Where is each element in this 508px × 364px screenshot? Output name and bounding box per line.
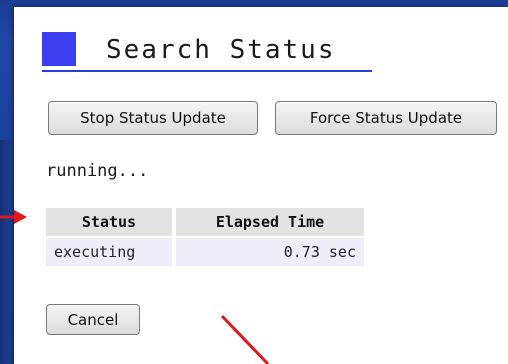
table-header-row: Status Elapsed Time bbox=[46, 208, 364, 236]
elapsed-time-cell: 0.73 sec bbox=[176, 238, 364, 266]
column-header-status: Status bbox=[46, 208, 172, 236]
column-header-elapsed-time: Elapsed Time bbox=[176, 208, 364, 236]
status-cell: executing bbox=[46, 238, 172, 266]
status-table: Status Elapsed Time executing 0.73 sec bbox=[42, 206, 368, 268]
annotation-diagonal-arrow-icon bbox=[220, 314, 270, 364]
annotation-arrow-icon bbox=[0, 210, 27, 224]
page-header: Search Status bbox=[42, 32, 372, 72]
background-edge bbox=[0, 140, 12, 364]
title-square-icon bbox=[42, 32, 76, 66]
stop-status-update-button[interactable]: Stop Status Update bbox=[48, 101, 258, 135]
page-title: Search Status bbox=[106, 35, 336, 65]
status-message: running... bbox=[46, 161, 149, 181]
table-row: executing 0.73 sec bbox=[46, 238, 364, 266]
force-status-update-button[interactable]: Force Status Update bbox=[275, 101, 497, 135]
cancel-button[interactable]: Cancel bbox=[46, 304, 140, 335]
